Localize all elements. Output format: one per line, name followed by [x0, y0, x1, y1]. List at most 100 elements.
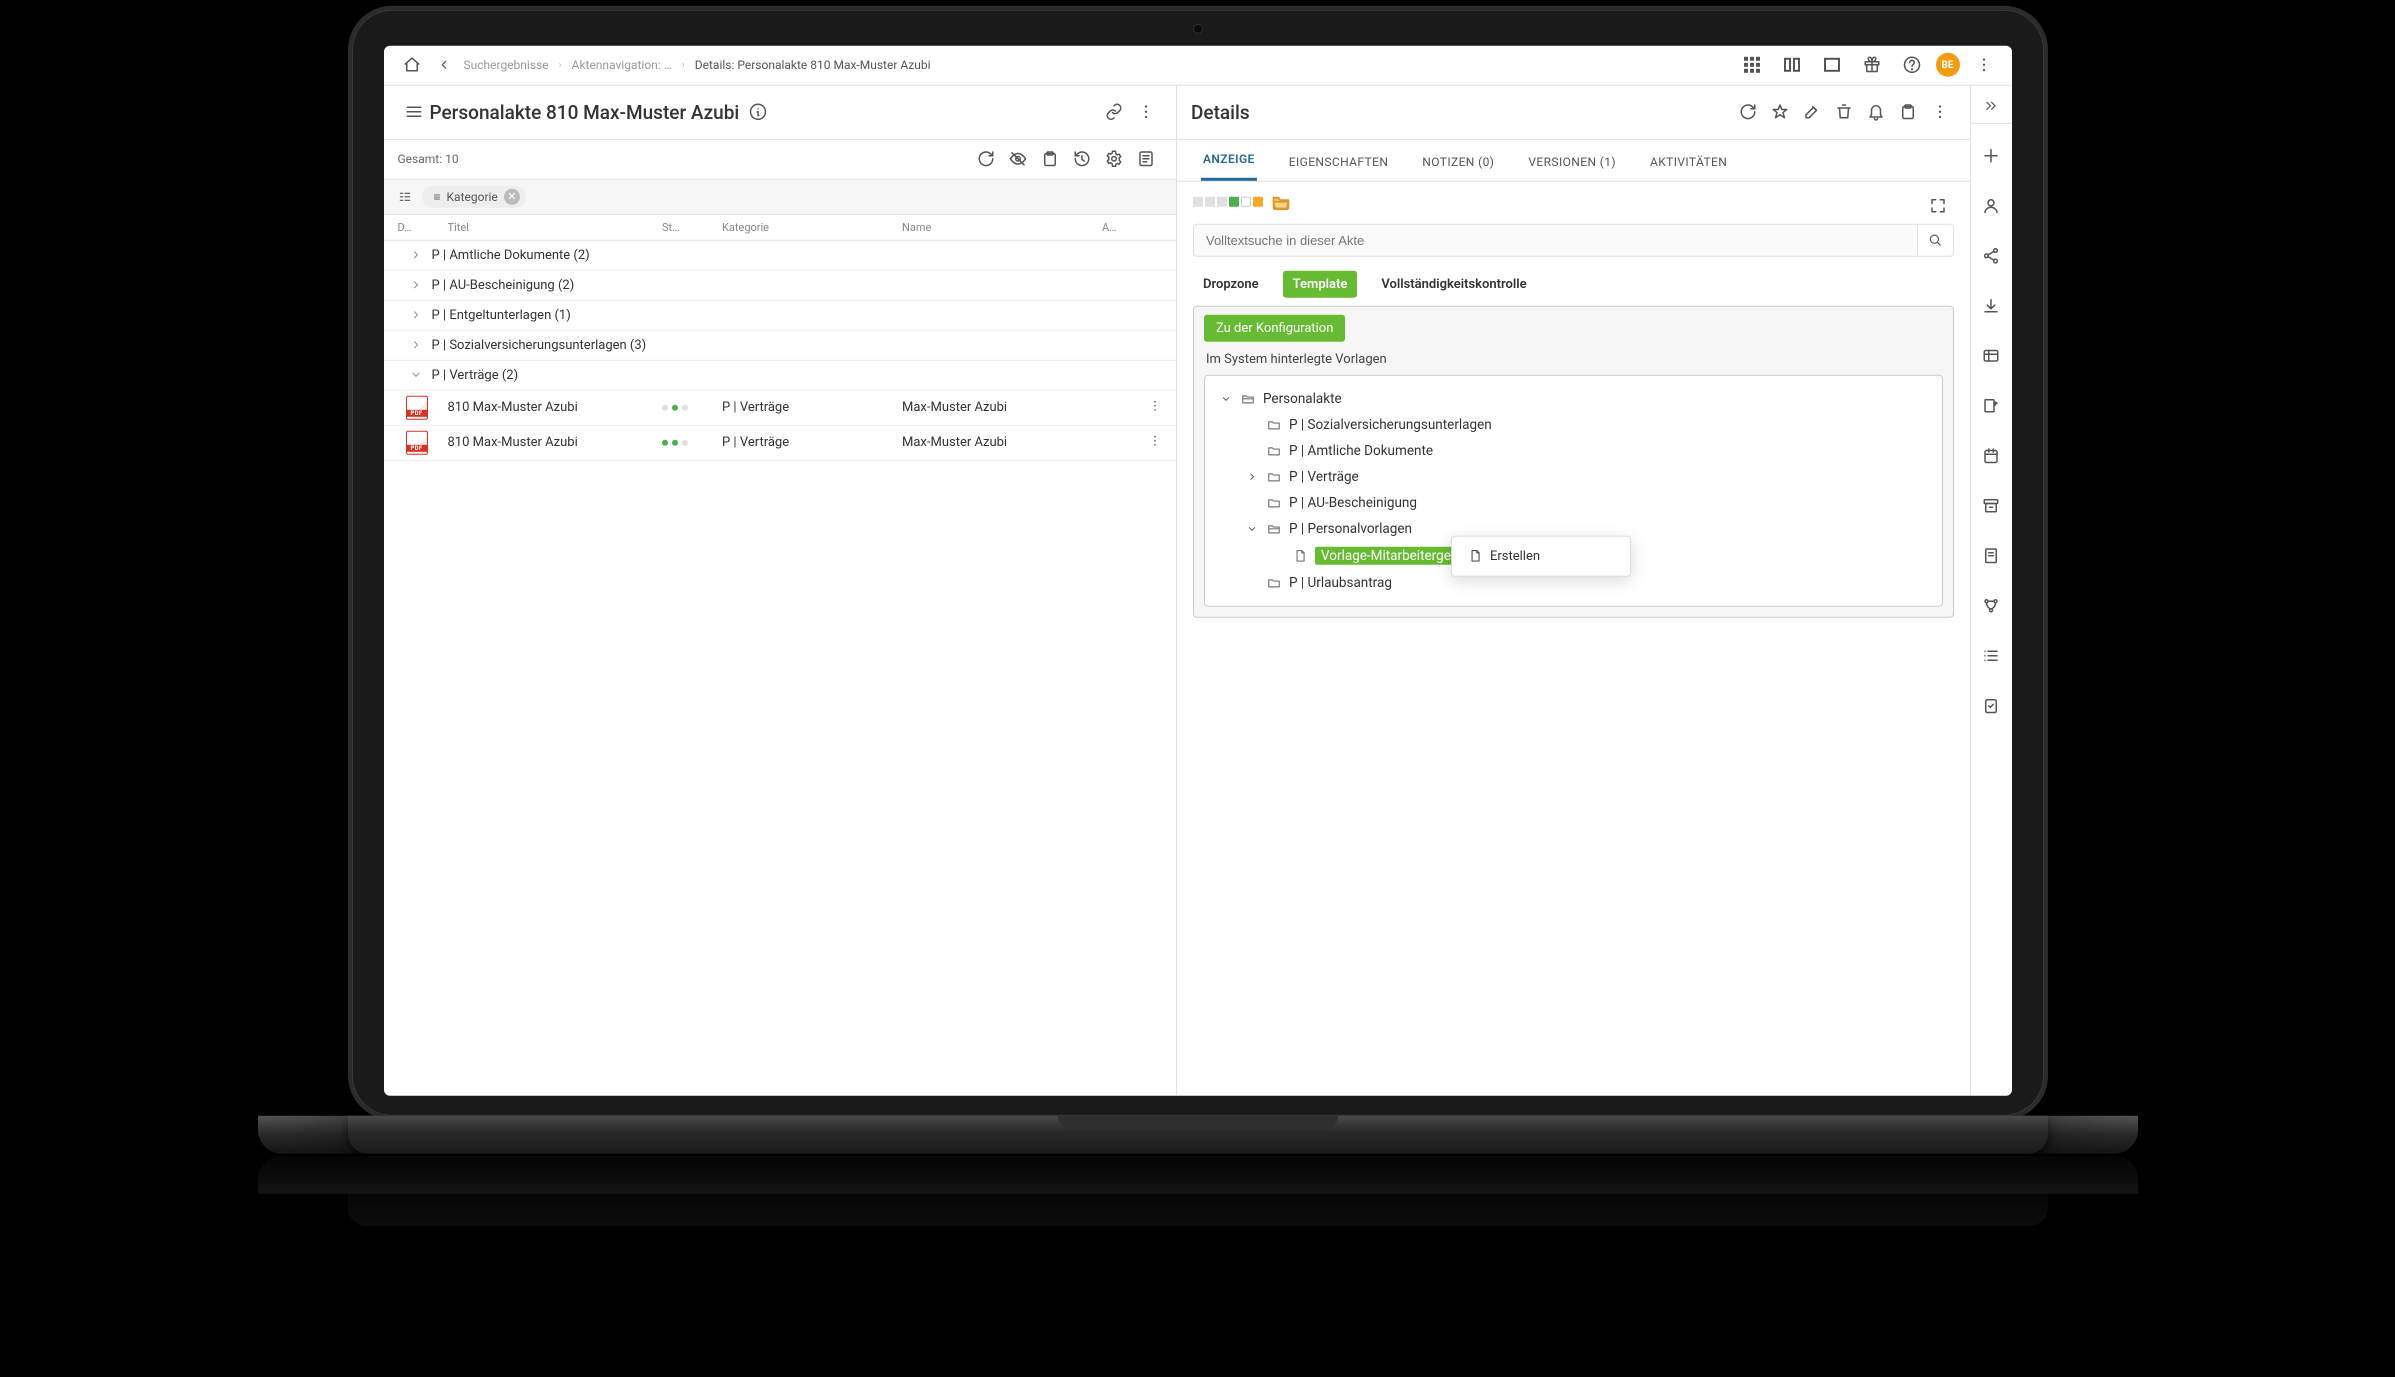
group-row[interactable]: P | AU-Bescheinigung (2) — [384, 270, 1177, 300]
export-icon[interactable] — [1973, 387, 2009, 423]
tree-row[interactable]: P | Sozialversicherungsunterlagen — [1211, 411, 1936, 437]
apps-icon[interactable] — [1736, 49, 1768, 81]
more-vert-icon[interactable] — [1968, 49, 2000, 81]
visibility-off-icon[interactable] — [1002, 143, 1034, 175]
refresh-icon[interactable] — [970, 143, 1002, 175]
total-count: Gesamt: 10 — [398, 152, 459, 166]
data-grid-icon[interactable] — [1973, 337, 2009, 373]
col-header[interactable]: Name — [902, 220, 1102, 233]
table-row[interactable]: 810 Max-Muster Azubi P | Verträge Max-Mu… — [384, 425, 1177, 460]
tree-row[interactable]: Vorlage-Mitarbeitergespraech.docx Erstel… — [1211, 541, 1936, 569]
more-vert-icon[interactable] — [1130, 96, 1162, 128]
chevron-down-icon[interactable] — [1219, 392, 1233, 404]
tab-notizen[interactable]: NOTIZEN (0) — [1420, 142, 1496, 180]
group-title: P | AU-Bescheinigung (2) — [432, 277, 575, 292]
tree-label: P | Urlaubsantrag — [1289, 574, 1392, 590]
folder-icon — [1267, 443, 1281, 457]
download-icon[interactable] — [1973, 287, 2009, 323]
help-icon[interactable] — [1896, 49, 1928, 81]
list-icon[interactable] — [1973, 637, 2009, 673]
collapse-rail-icon[interactable] — [1971, 89, 2012, 123]
table-row[interactable]: 810 Max-Muster Azubi P | Verträge Max-Mu… — [384, 390, 1177, 425]
col-header[interactable]: Titel — [448, 220, 663, 233]
chevron-right-icon[interactable] — [410, 279, 422, 291]
status-square — [1241, 196, 1251, 206]
bell-icon[interactable] — [1860, 96, 1892, 128]
group-row[interactable]: P | Entgeltunterlagen (1) — [384, 300, 1177, 330]
menu-icon[interactable] — [398, 96, 430, 128]
archive-icon[interactable] — [1973, 487, 2009, 523]
col-header[interactable]: Kategorie — [722, 220, 902, 233]
chevron-right-icon[interactable] — [410, 249, 422, 261]
edit-icon[interactable] — [1796, 96, 1828, 128]
star-icon[interactable] — [1764, 96, 1796, 128]
doc-title: 810 Max-Muster Azubi — [448, 400, 663, 415]
more-vert-icon[interactable] — [1148, 433, 1162, 447]
tree-row[interactable]: Personalakte — [1211, 385, 1936, 411]
info-icon[interactable] — [749, 103, 767, 121]
chevron-right-icon[interactable] — [1245, 470, 1259, 482]
group-row[interactable]: P | Verträge (2) — [384, 360, 1177, 390]
tree-label: P | Verträge — [1289, 468, 1359, 484]
breadcrumb-item[interactable]: Suchergebnisse — [464, 58, 549, 72]
status-square — [1205, 196, 1215, 206]
tab-versionen[interactable]: VERSIONEN (1) — [1526, 142, 1618, 180]
search-input[interactable] — [1194, 224, 1917, 255]
tab-aktivitaeten[interactable]: AKTIVITÄTEN — [1648, 142, 1729, 180]
col-header[interactable]: D… — [398, 220, 448, 233]
col-header[interactable]: St… — [662, 220, 722, 233]
filter-chip-kategorie[interactable]: ≡ Kategorie ✕ — [422, 185, 526, 207]
tree-row[interactable]: P | Verträge — [1211, 463, 1936, 489]
task-icon[interactable] — [1973, 687, 2009, 723]
template-tree: PersonalakteP | Sozialversicherungsunter… — [1204, 374, 1943, 606]
config-button[interactable]: Zu der Konfiguration — [1204, 314, 1345, 341]
chevron-down-icon[interactable] — [410, 369, 422, 381]
subtab-dropzone[interactable]: Dropzone — [1193, 270, 1269, 297]
single-pane-icon[interactable] — [1816, 49, 1848, 81]
tab-anzeige[interactable]: ANZEIGE — [1201, 139, 1257, 180]
clear-filter-icon[interactable]: ✕ — [504, 188, 520, 204]
office-icon[interactable] — [1973, 537, 2009, 573]
file-list-pane: Personalakte 810 Max-Muster Azubi Gesamt… — [384, 85, 1178, 1095]
avatar[interactable]: BE — [1936, 53, 1960, 77]
chevron-right-icon[interactable] — [410, 309, 422, 321]
group-row[interactable]: P | Sozialversicherungsunterlagen (3) — [384, 330, 1177, 360]
context-menu-item[interactable]: Erstellen — [1456, 542, 1626, 569]
tree-row[interactable]: P | Amtliche Dokumente — [1211, 437, 1936, 463]
back-icon[interactable] — [428, 49, 460, 81]
gear-icon[interactable] — [1098, 143, 1130, 175]
tree-row[interactable]: P | Urlaubsantrag — [1211, 569, 1936, 595]
table-header: D… Titel St… Kategorie Name A… — [384, 214, 1177, 240]
group-title: P | Verträge (2) — [432, 367, 519, 382]
add-icon[interactable] — [1973, 137, 2009, 173]
chevron-down-icon[interactable] — [1245, 522, 1259, 534]
subtab-template[interactable]: Template — [1283, 270, 1358, 297]
breadcrumb-item[interactable]: Aktennavigation: … — [572, 58, 672, 72]
calendar-icon[interactable] — [1973, 437, 2009, 473]
document-list: P | Amtliche Dokumente (2) P | AU-Beschei… — [384, 240, 1177, 460]
chevron-right-icon[interactable] — [410, 339, 422, 351]
more-vert-icon[interactable] — [1924, 96, 1956, 128]
tab-eigenschaften[interactable]: EIGENSCHAFTEN — [1287, 142, 1391, 180]
history-icon[interactable] — [1066, 143, 1098, 175]
search-icon[interactable] — [1917, 224, 1953, 255]
link-icon[interactable] — [1098, 96, 1130, 128]
paste-icon[interactable] — [1034, 143, 1066, 175]
refresh-icon[interactable] — [1732, 96, 1764, 128]
delete-icon[interactable] — [1828, 96, 1860, 128]
group-row[interactable]: P | Amtliche Dokumente (2) — [384, 240, 1177, 270]
share-icon[interactable] — [1973, 237, 2009, 273]
workflow-icon[interactable] — [1973, 587, 2009, 623]
user-icon[interactable] — [1973, 187, 2009, 223]
subtab-vollstaendigkeit[interactable]: Vollständigkeitskontrolle — [1371, 270, 1536, 297]
dual-pane-icon[interactable] — [1776, 49, 1808, 81]
col-header[interactable]: A… — [1102, 220, 1162, 233]
paste-icon[interactable] — [1892, 96, 1924, 128]
home-icon[interactable] — [396, 49, 428, 81]
columns-icon[interactable] — [398, 189, 412, 203]
more-vert-icon[interactable] — [1148, 398, 1162, 412]
gift-icon[interactable] — [1856, 49, 1888, 81]
tree-row[interactable]: P | AU-Bescheinigung — [1211, 489, 1936, 515]
form-icon[interactable] — [1130, 143, 1162, 175]
fullscreen-icon[interactable] — [1922, 189, 1954, 221]
